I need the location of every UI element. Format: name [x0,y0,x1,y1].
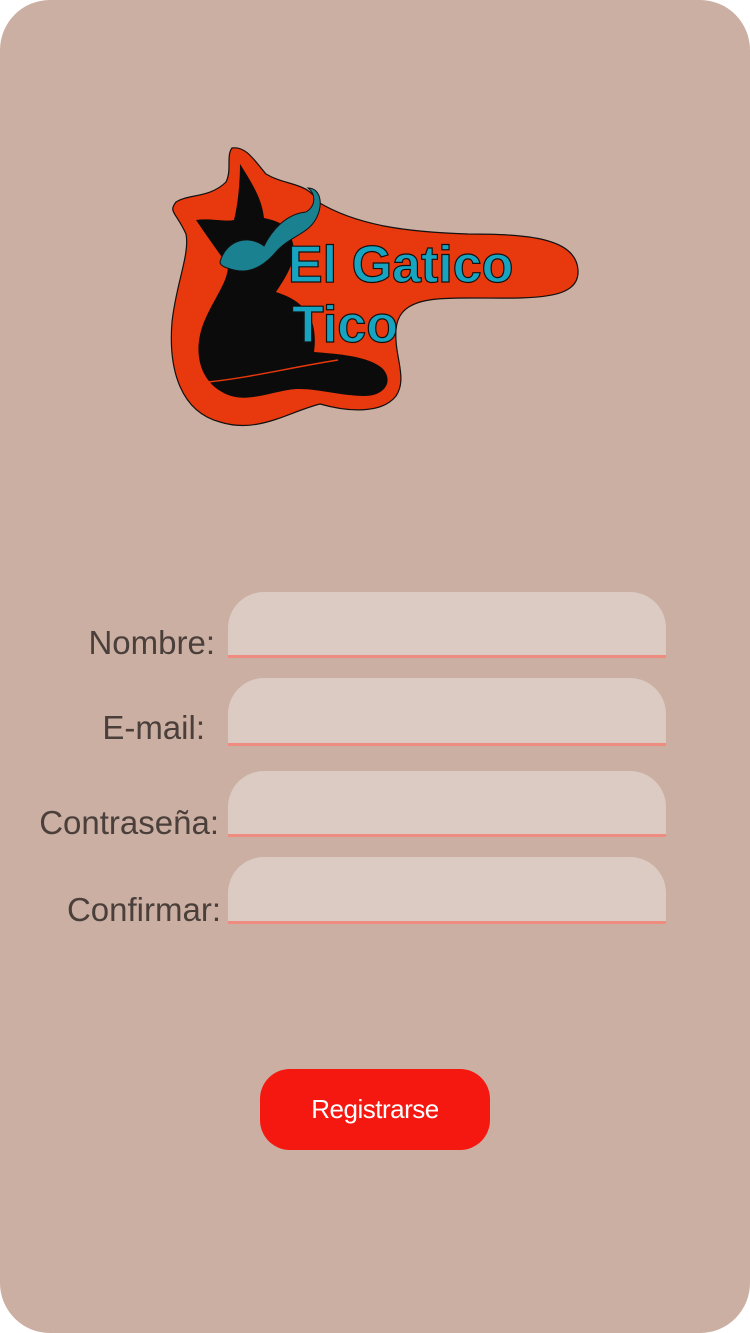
cat-with-mustache-icon: El Gatico Tico [170,147,579,427]
brand-logo: El Gatico Tico [168,142,588,432]
email-input[interactable] [228,678,666,746]
confirm-password-label: Confirmar: [66,891,221,928]
registration-screen: El Gatico Tico Nombre: E-mail: Contraseñ… [0,0,750,1333]
password-input[interactable] [228,771,666,837]
email-label: E-mail: [102,709,205,746]
confirm-password-input[interactable] [228,857,666,924]
logo-text-line2: Tico [292,296,398,354]
password-label: Contraseña: [39,804,219,841]
logo-text-line1: El Gatico [288,236,513,294]
name-input[interactable] [228,592,666,658]
name-label: Nombre: [88,624,215,661]
register-button[interactable]: Registrarse [260,1069,490,1150]
